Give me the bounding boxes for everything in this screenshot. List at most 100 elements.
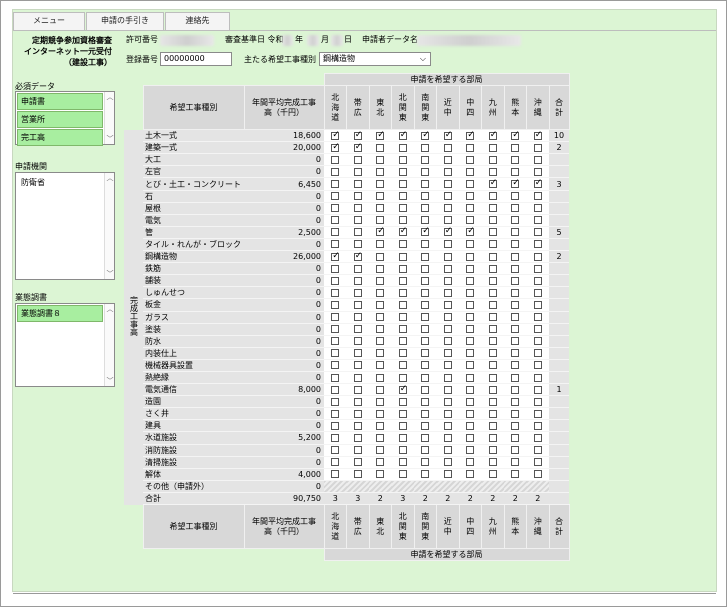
- region-checkbox[interactable]: [353, 216, 362, 225]
- region-checkbox[interactable]: [398, 143, 407, 152]
- region-cell[interactable]: [459, 323, 482, 336]
- region-cell[interactable]: [369, 431, 392, 445]
- region-cell[interactable]: [459, 431, 482, 445]
- region-cell[interactable]: [504, 468, 527, 481]
- region-checkbox[interactable]: [398, 252, 407, 261]
- region-checkbox[interactable]: [353, 240, 362, 249]
- region-checkbox[interactable]: [376, 337, 385, 346]
- required-item-completed-works[interactable]: 完工高: [17, 129, 103, 146]
- region-checkbox[interactable]: [511, 458, 520, 467]
- region-cell[interactable]: [459, 202, 482, 215]
- region-checkbox[interactable]: [511, 300, 520, 309]
- survey-list-scrollbar[interactable]: ︿ ﹀: [104, 304, 114, 386]
- region-cell[interactable]: [504, 347, 527, 360]
- region-cell[interactable]: [391, 262, 414, 276]
- region-cell[interactable]: [369, 419, 392, 433]
- region-checkbox[interactable]: [331, 470, 340, 479]
- region-cell[interactable]: [369, 323, 392, 336]
- region-cell[interactable]: [481, 407, 504, 421]
- region-checkbox[interactable]: [443, 180, 452, 189]
- region-checkbox[interactable]: [533, 361, 542, 370]
- region-checkbox[interactable]: [443, 167, 452, 176]
- region-cell[interactable]: [324, 190, 347, 203]
- region-checkbox[interactable]: [376, 409, 385, 418]
- region-checkbox[interactable]: [398, 226, 407, 237]
- region-cell[interactable]: [391, 286, 414, 300]
- region-checkbox[interactable]: [533, 155, 542, 164]
- region-cell[interactable]: [391, 335, 414, 348]
- region-cell[interactable]: [324, 141, 347, 155]
- region-checkbox[interactable]: [511, 167, 520, 176]
- region-cell[interactable]: [436, 323, 459, 336]
- region-checkbox[interactable]: [488, 385, 497, 394]
- region-checkbox[interactable]: [331, 276, 340, 285]
- scroll-up-icon[interactable]: ︿: [105, 92, 115, 102]
- region-cell[interactable]: [414, 407, 437, 421]
- region-cell[interactable]: [436, 190, 459, 203]
- region-checkbox[interactable]: [331, 251, 340, 262]
- region-cell[interactable]: [346, 226, 369, 239]
- region-checkbox[interactable]: [443, 458, 452, 467]
- region-cell[interactable]: [481, 141, 504, 155]
- region-checkbox[interactable]: [353, 433, 362, 442]
- region-checkbox[interactable]: [466, 349, 475, 358]
- region-cell[interactable]: [391, 238, 414, 252]
- region-cell[interactable]: [436, 262, 459, 276]
- region-checkbox[interactable]: [466, 397, 475, 406]
- region-checkbox[interactable]: [533, 192, 542, 201]
- region-checkbox[interactable]: [488, 240, 497, 249]
- region-cell[interactable]: [436, 274, 459, 288]
- region-cell[interactable]: [346, 444, 369, 457]
- region-cell[interactable]: [346, 468, 369, 481]
- region-checkbox[interactable]: [376, 180, 385, 189]
- region-cell[interactable]: [459, 347, 482, 360]
- region-checkbox[interactable]: [376, 458, 385, 467]
- region-checkbox[interactable]: [331, 313, 340, 322]
- region-checkbox[interactable]: [376, 130, 385, 141]
- region-cell[interactable]: [391, 165, 414, 179]
- region-checkbox[interactable]: [533, 421, 542, 430]
- region-checkbox[interactable]: [533, 252, 542, 261]
- region-checkbox[interactable]: [511, 276, 520, 285]
- region-cell[interactable]: [324, 226, 347, 239]
- region-cell[interactable]: [324, 129, 347, 143]
- region-cell[interactable]: [436, 311, 459, 324]
- region-checkbox[interactable]: [376, 240, 385, 249]
- region-checkbox[interactable]: [376, 325, 385, 334]
- region-checkbox[interactable]: [421, 325, 430, 334]
- region-checkbox[interactable]: [376, 446, 385, 455]
- region-cell[interactable]: [504, 395, 527, 409]
- region-checkbox[interactable]: [398, 240, 407, 249]
- region-cell[interactable]: [504, 323, 527, 336]
- org-item-mod[interactable]: 防衛省: [17, 174, 103, 191]
- region-checkbox[interactable]: [488, 458, 497, 467]
- region-checkbox[interactable]: [443, 204, 452, 213]
- region-checkbox[interactable]: [421, 421, 430, 430]
- region-cell[interactable]: [391, 456, 414, 469]
- region-checkbox[interactable]: [353, 192, 362, 201]
- region-cell[interactable]: [504, 190, 527, 203]
- region-checkbox[interactable]: [353, 421, 362, 430]
- region-cell[interactable]: [346, 262, 369, 276]
- region-checkbox[interactable]: [511, 349, 520, 358]
- region-checkbox[interactable]: [421, 385, 430, 394]
- region-checkbox[interactable]: [466, 167, 475, 176]
- region-checkbox[interactable]: [511, 240, 520, 249]
- region-cell[interactable]: [459, 262, 482, 276]
- region-checkbox[interactable]: [466, 288, 475, 297]
- region-cell[interactable]: [526, 444, 549, 457]
- region-cell[interactable]: [459, 226, 482, 239]
- region-cell[interactable]: [481, 323, 504, 336]
- scroll-up-icon[interactable]: ︿: [105, 173, 115, 183]
- region-cell[interactable]: [324, 407, 347, 421]
- region-checkbox[interactable]: [466, 433, 475, 442]
- region-cell[interactable]: [504, 141, 527, 155]
- region-cell[interactable]: [459, 383, 482, 397]
- region-cell[interactable]: [436, 407, 459, 421]
- region-checkbox[interactable]: [466, 143, 475, 152]
- region-checkbox[interactable]: [331, 397, 340, 406]
- region-cell[interactable]: [369, 177, 392, 191]
- region-cell[interactable]: [391, 141, 414, 155]
- region-cell[interactable]: [391, 419, 414, 433]
- region-checkbox[interactable]: [376, 264, 385, 273]
